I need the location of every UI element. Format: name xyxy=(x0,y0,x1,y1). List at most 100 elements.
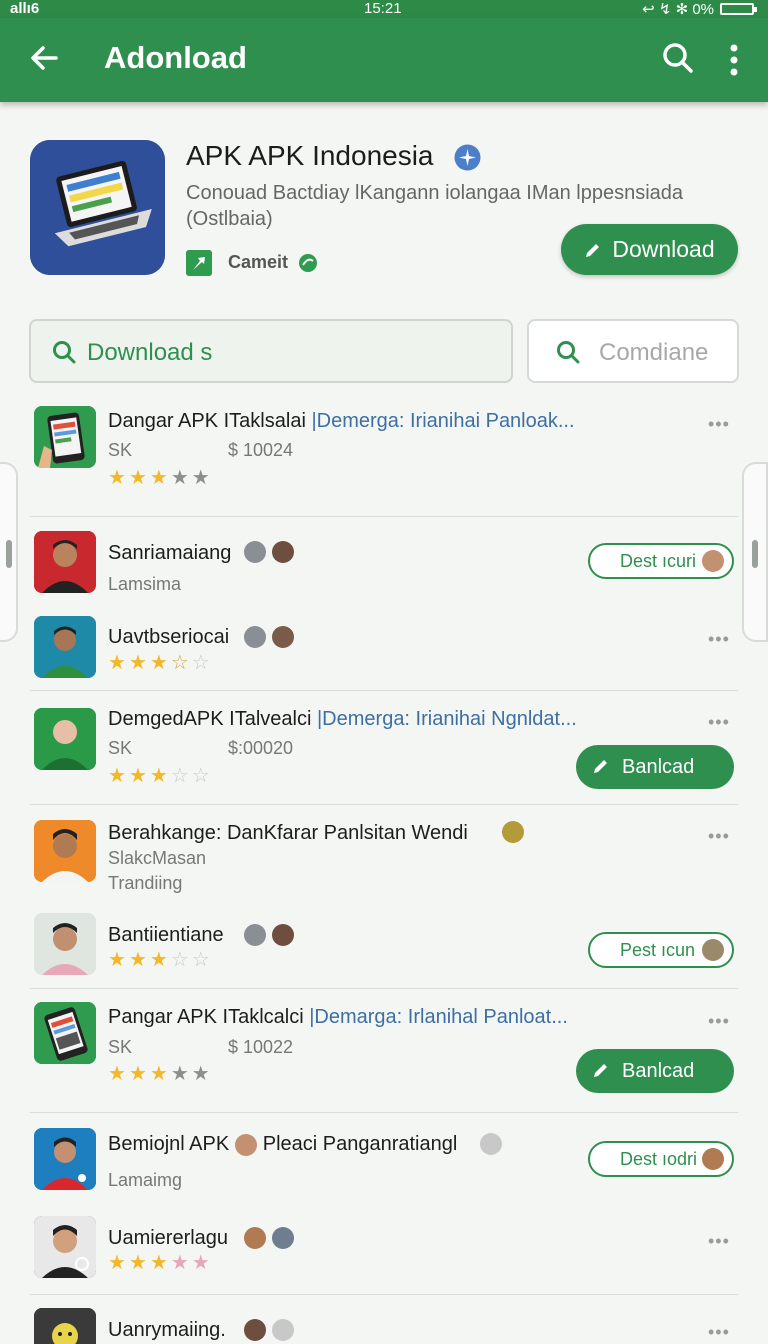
more-options-icon[interactable]: ••• xyxy=(708,1011,730,1032)
install-button-label: Pest ıcun xyxy=(620,939,696,960)
row-meta: Lamsima xyxy=(108,574,182,594)
filter-placeholder: Comdiane xyxy=(599,339,709,366)
row-title[interactable]: Bemiojnl APK Pleaci Panganratiangl xyxy=(108,1133,457,1156)
row-title[interactable]: Berahkange: DanKfarar Panlsitan Wendi xyxy=(108,822,468,845)
divider xyxy=(30,804,738,805)
status-time: 15:21 xyxy=(364,0,402,17)
download-button-label: Banlcad xyxy=(622,1059,695,1082)
signal-indicator: allı6 xyxy=(10,0,40,17)
install-button[interactable]: Pest ıcun xyxy=(588,932,734,968)
more-vert-icon[interactable] xyxy=(722,40,746,80)
row-price: $ 10024 xyxy=(228,440,294,460)
download-button[interactable]: Banlcad xyxy=(576,1049,734,1093)
divider xyxy=(30,690,738,691)
avatar xyxy=(244,1227,266,1249)
divider xyxy=(30,1112,738,1113)
avatar xyxy=(272,1319,294,1341)
more-options-icon[interactable]: ••• xyxy=(708,826,730,847)
row-price: $:00020 xyxy=(228,738,294,758)
install-button-label: Dest ıodri xyxy=(620,1148,698,1169)
avatar xyxy=(34,708,96,770)
search-input-value: Download s xyxy=(87,339,213,366)
battery-icon xyxy=(720,3,757,15)
avatar xyxy=(702,1148,724,1170)
row-meta-secondary: Trandiing xyxy=(108,873,183,893)
row-meta: SK xyxy=(108,440,133,460)
avatar xyxy=(702,550,724,572)
star-rating: ★ ★ ★ ☆ ☆ xyxy=(108,949,210,971)
avatar xyxy=(244,626,266,648)
row-title[interactable]: Bantiientiane xyxy=(108,924,224,947)
avatar xyxy=(34,1308,96,1344)
status-icons-text: ↩ ↯ ✻ 0% xyxy=(642,1,714,18)
avatar xyxy=(702,939,724,961)
avatar xyxy=(34,1128,96,1190)
publisher-icon xyxy=(186,250,212,276)
avatar xyxy=(480,1133,502,1155)
row-title[interactable]: Pangar APK ITaklcalci |Demarga: Irlaniha… xyxy=(108,1006,568,1029)
status-icons: ↩ ↯ ✻ 0% xyxy=(642,0,757,18)
publisher-badge-icon xyxy=(299,254,317,272)
avatar xyxy=(272,1227,294,1249)
row-meta: SK xyxy=(108,1037,133,1057)
app-icon-laptop xyxy=(30,140,165,275)
avatar xyxy=(502,821,524,843)
star-rating: ★ ★ ★ ★ ★ xyxy=(108,467,210,489)
row-title[interactable]: Uanrymaiing. xyxy=(108,1319,226,1342)
status-bar: allı6 15:21 ↩ ↯ ✻ 0% xyxy=(0,0,768,18)
pencil-icon xyxy=(594,760,607,773)
app-icon-phone xyxy=(34,406,96,468)
grip xyxy=(752,540,758,568)
app-title: APK APK Indonesia xyxy=(186,140,434,171)
app-bar: Adonload xyxy=(0,18,768,102)
pencil-icon xyxy=(594,1064,607,1077)
avatar xyxy=(234,1133,257,1156)
divider xyxy=(30,988,738,989)
install-button-label: Dest ıcuri xyxy=(620,550,697,571)
download-button-label: Download xyxy=(612,236,715,262)
search-input[interactable]: Download s xyxy=(29,319,513,383)
avatar xyxy=(244,924,266,946)
app-icon-phone xyxy=(34,1002,96,1064)
grip xyxy=(6,540,12,568)
avatar xyxy=(272,626,294,648)
star-rating: ★ ★ ★ ☆ ☆ xyxy=(108,765,210,787)
download-button[interactable]: Download xyxy=(561,224,738,275)
search-icon[interactable] xyxy=(660,40,696,76)
more-options-icon[interactable]: ••• xyxy=(708,1231,730,1252)
avatar xyxy=(272,541,294,563)
download-button-label: Banlcad xyxy=(622,755,695,778)
more-options-icon[interactable]: ••• xyxy=(708,712,730,733)
row-meta: Lamaimg xyxy=(108,1170,183,1190)
avatar xyxy=(34,1216,96,1278)
divider xyxy=(30,1294,738,1295)
verified-badge-icon xyxy=(454,144,481,171)
divider xyxy=(30,516,738,517)
star-rating: ★ ★ ★ ★ ★ xyxy=(108,1252,210,1274)
row-meta: SlakcMasan xyxy=(108,848,207,868)
more-options-icon[interactable]: ••• xyxy=(708,414,730,435)
filter-input[interactable]: Comdiane xyxy=(527,319,739,383)
star-rating: ★ ★ ★ ☆ ☆ xyxy=(108,652,210,674)
avatar xyxy=(34,820,96,882)
publisher-name[interactable]: Cameit xyxy=(228,252,288,273)
avatar xyxy=(244,1319,266,1341)
row-price: $ 10022 xyxy=(228,1037,294,1057)
back-arrow-icon[interactable] xyxy=(26,40,62,76)
pencil-icon xyxy=(586,243,600,257)
right-drawer-handle[interactable] xyxy=(742,462,768,642)
avatar xyxy=(272,924,294,946)
search-icon xyxy=(53,341,76,364)
row-title[interactable]: Dangar APK ITaklsalai |Demerga: Irianiha… xyxy=(108,410,575,433)
row-title[interactable]: Uamiererlagu xyxy=(108,1227,228,1250)
row-title[interactable]: Uavtbseriocai xyxy=(108,626,229,649)
left-drawer-handle[interactable] xyxy=(0,462,18,642)
download-button[interactable]: Banlcad xyxy=(576,745,734,789)
install-button[interactable]: Dest ıodri xyxy=(588,1141,734,1177)
more-options-icon[interactable]: ••• xyxy=(708,629,730,650)
avatar xyxy=(34,913,96,975)
install-button[interactable]: Dest ıcuri xyxy=(588,543,734,579)
row-title[interactable]: DemgedAPK ITalvealci |Demerga: Irianihai… xyxy=(108,708,577,731)
more-options-icon[interactable]: ••• xyxy=(708,1322,730,1343)
row-title[interactable]: Sanriamaiang xyxy=(108,542,231,565)
